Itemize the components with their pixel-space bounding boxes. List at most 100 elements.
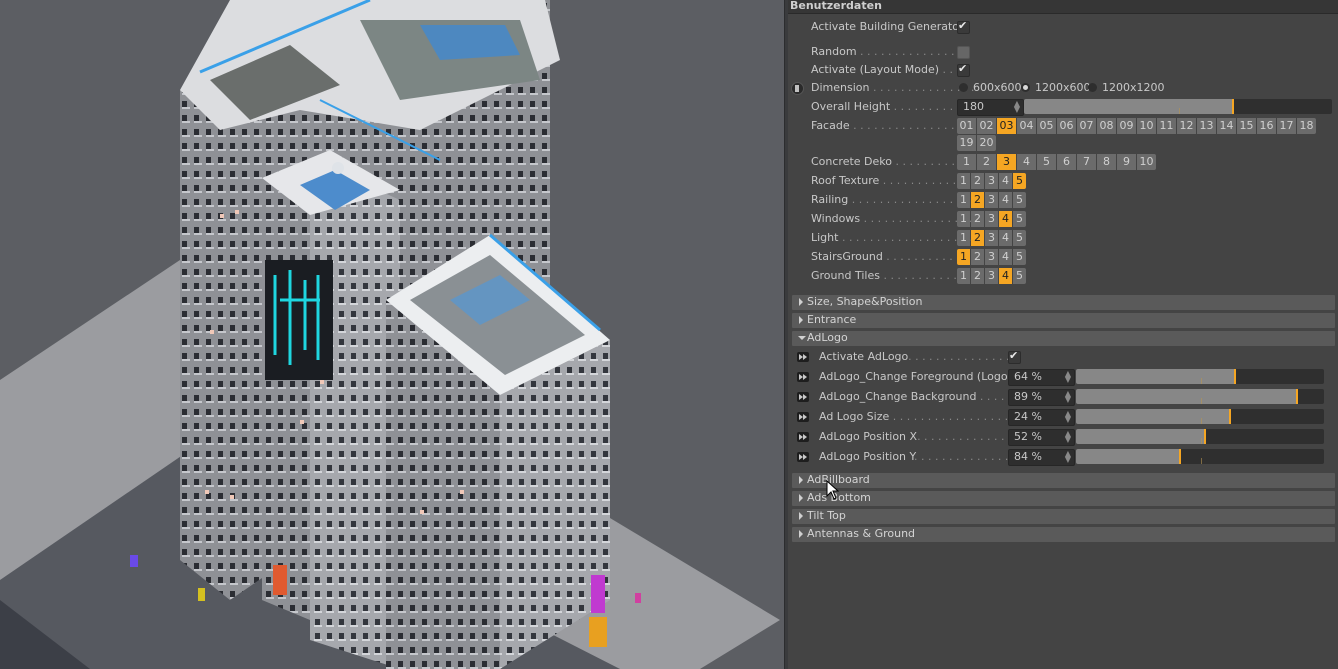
- option-button[interactable]: 12: [1177, 118, 1196, 134]
- option-button[interactable]: 5: [1013, 211, 1026, 227]
- option-button[interactable]: 9: [1117, 154, 1136, 170]
- slider-handle[interactable]: [1232, 99, 1234, 114]
- stepper-arrows-icon[interactable]: ▲ ▼: [1065, 430, 1071, 444]
- option-button[interactable]: 2: [971, 192, 984, 208]
- animate-icon[interactable]: [797, 392, 809, 402]
- option-button[interactable]: 3: [985, 173, 998, 189]
- option-button[interactable]: 02: [977, 118, 996, 134]
- group-entrance[interactable]: Entrance: [792, 313, 1335, 328]
- param-value-input[interactable]: 89 % ▲ ▼: [1008, 389, 1075, 406]
- option-button[interactable]: 18: [1297, 118, 1316, 134]
- option-button[interactable]: 1: [957, 211, 970, 227]
- stepper-arrows-icon[interactable]: ▲ ▼: [1014, 100, 1020, 114]
- option-button[interactable]: 5: [1013, 230, 1026, 246]
- option-button[interactable]: 5: [1013, 192, 1026, 208]
- animate-icon[interactable]: [797, 432, 809, 442]
- option-button[interactable]: 2: [971, 211, 984, 227]
- option-button[interactable]: 09: [1117, 118, 1136, 134]
- animate-icon[interactable]: [797, 412, 809, 422]
- option-button[interactable]: 1: [957, 192, 970, 208]
- keyframe-icon[interactable]: [791, 82, 804, 95]
- option-button[interactable]: 08: [1097, 118, 1116, 134]
- param-value-input[interactable]: 24 % ▲ ▼: [1008, 409, 1075, 426]
- param-slider[interactable]: [1076, 449, 1324, 464]
- option-button[interactable]: 13: [1197, 118, 1216, 134]
- param-value-input[interactable]: 84 % ▲ ▼: [1008, 449, 1075, 466]
- group-adlogo[interactable]: AdLogo: [792, 331, 1335, 346]
- option-button[interactable]: 2: [977, 154, 996, 170]
- option-button[interactable]: 4: [999, 211, 1012, 227]
- overall-height-slider[interactable]: [1024, 99, 1332, 114]
- option-button[interactable]: 1: [957, 173, 970, 189]
- slider-handle[interactable]: [1204, 429, 1206, 444]
- dimension-radio-1200x1200[interactable]: [1088, 83, 1097, 92]
- group-size-shape-position[interactable]: Size, Shape&Position: [792, 295, 1335, 310]
- option-button[interactable]: 7: [1077, 154, 1096, 170]
- option-button[interactable]: 8: [1097, 154, 1116, 170]
- param-value-input[interactable]: 52 % ▲ ▼: [1008, 429, 1075, 446]
- slider-handle[interactable]: [1234, 369, 1236, 384]
- option-button[interactable]: 4: [999, 230, 1012, 246]
- activate-building-generator-checkbox[interactable]: [957, 19, 970, 34]
- option-button[interactable]: 20: [977, 135, 996, 151]
- slider-handle[interactable]: [1179, 449, 1181, 464]
- option-button[interactable]: 3: [985, 192, 998, 208]
- option-button[interactable]: 14: [1217, 118, 1236, 134]
- option-button[interactable]: 1: [957, 230, 970, 246]
- option-button[interactable]: 11: [1157, 118, 1176, 134]
- group-adbillboard[interactable]: AdBillboard: [792, 473, 1335, 488]
- animate-icon[interactable]: [797, 452, 809, 462]
- dimension-radio-600x600[interactable]: [959, 83, 968, 92]
- option-button[interactable]: 5: [1013, 249, 1026, 265]
- option-button[interactable]: 2: [971, 249, 984, 265]
- option-button[interactable]: 19: [957, 135, 976, 151]
- param-slider[interactable]: [1076, 409, 1324, 424]
- option-button[interactable]: 01: [957, 118, 976, 134]
- option-button[interactable]: 10: [1137, 154, 1156, 170]
- option-button[interactable]: 3: [985, 230, 998, 246]
- option-button[interactable]: 4: [999, 249, 1012, 265]
- option-button[interactable]: 2: [971, 268, 984, 284]
- option-button[interactable]: 4: [999, 268, 1012, 284]
- option-button[interactable]: 4: [1017, 154, 1036, 170]
- option-button[interactable]: 03: [997, 118, 1016, 134]
- slider-handle[interactable]: [1296, 389, 1298, 404]
- option-button[interactable]: 5: [1037, 154, 1056, 170]
- animate-icon[interactable]: [797, 372, 809, 382]
- param-slider[interactable]: [1076, 389, 1324, 404]
- group-tilt-top[interactable]: Tilt Top: [792, 509, 1335, 524]
- option-button[interactable]: 4: [999, 173, 1012, 189]
- activate-adlogo-checkbox[interactable]: [1008, 349, 1021, 364]
- option-button[interactable]: 3: [985, 268, 998, 284]
- option-button[interactable]: 06: [1057, 118, 1076, 134]
- option-button[interactable]: 1: [957, 249, 970, 265]
- slider-handle[interactable]: [1229, 409, 1231, 424]
- param-slider[interactable]: [1076, 429, 1324, 444]
- option-button[interactable]: 3: [997, 154, 1016, 170]
- option-button[interactable]: 5: [1013, 173, 1026, 189]
- option-button[interactable]: 3: [985, 249, 998, 265]
- option-button[interactable]: 17: [1277, 118, 1296, 134]
- option-button[interactable]: 2: [971, 230, 984, 246]
- group-antennas-ground[interactable]: Antennas & Ground: [792, 527, 1335, 542]
- option-button[interactable]: 5: [1013, 268, 1026, 284]
- option-button[interactable]: 04: [1017, 118, 1036, 134]
- option-button[interactable]: 6: [1057, 154, 1076, 170]
- option-button[interactable]: 15: [1237, 118, 1256, 134]
- stepper-arrows-icon[interactable]: ▲ ▼: [1065, 390, 1071, 404]
- option-button[interactable]: 2: [971, 173, 984, 189]
- param-slider[interactable]: [1076, 369, 1324, 384]
- option-button[interactable]: 05: [1037, 118, 1056, 134]
- option-button[interactable]: 1: [957, 268, 970, 284]
- group-ads-bottom[interactable]: Ads Bottom: [792, 491, 1335, 506]
- dimension-radio-1200x600[interactable]: [1021, 83, 1030, 92]
- 3d-viewport[interactable]: [0, 0, 784, 669]
- overall-height-input[interactable]: 180 ▲ ▼: [957, 99, 1024, 116]
- stepper-arrows-icon[interactable]: ▲ ▼: [1065, 450, 1071, 464]
- activate-layout-mode-checkbox[interactable]: [957, 62, 970, 77]
- option-button[interactable]: 16: [1257, 118, 1276, 134]
- option-button[interactable]: 4: [999, 192, 1012, 208]
- option-button[interactable]: 3: [985, 211, 998, 227]
- option-button[interactable]: 10: [1137, 118, 1156, 134]
- animate-icon[interactable]: [797, 352, 809, 362]
